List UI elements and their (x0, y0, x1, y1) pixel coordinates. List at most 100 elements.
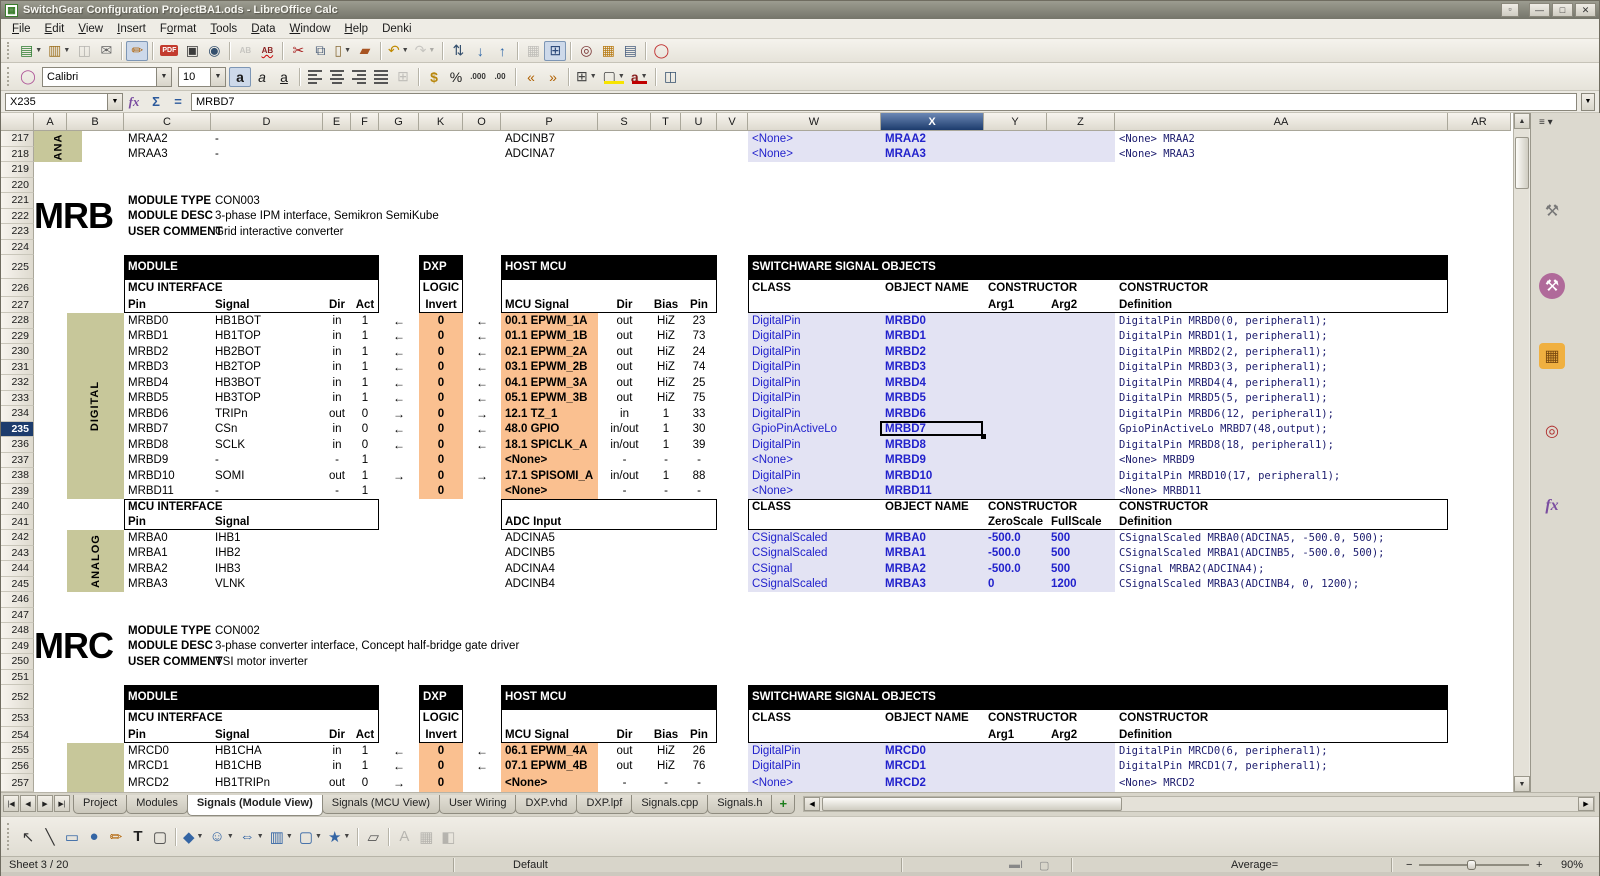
sheet-tab-signals-h[interactable]: Signals.h (707, 795, 772, 814)
toolbar-grip[interactable] (7, 42, 12, 58)
expand-formula-bar-button[interactable]: ▼ (1581, 93, 1595, 111)
cell-P244[interactable]: ADCINA4 (501, 561, 598, 577)
chevron-down-icon[interactable]: ▼ (107, 94, 122, 110)
cell-F238[interactable]: 1 (351, 468, 379, 484)
cell-P243[interactable]: ADCINB5 (501, 546, 598, 562)
cell-U238[interactable]: 88 (681, 468, 717, 484)
cell-S257[interactable]: - (598, 774, 651, 792)
bold-button[interactable]: a (229, 67, 251, 87)
sidebar-properties-icon[interactable]: ⚒ (1539, 198, 1565, 224)
cell-X230[interactable]: MRBD2 (881, 344, 984, 360)
function-wizard-button[interactable]: fx (123, 93, 145, 111)
column-header-T[interactable]: T (651, 113, 681, 131)
cell-AA242[interactable]: CSignalScaled MRBA0(ADCINA5, -500.0, 500… (1115, 530, 1448, 546)
row-header-229[interactable]: 229 (1, 329, 34, 345)
chevron-down-icon[interactable]: ▼ (343, 833, 350, 840)
sort-button[interactable]: ⇅ (447, 41, 469, 61)
cell-F233[interactable]: 1 (351, 391, 379, 407)
column-header-O[interactable]: O (463, 113, 501, 131)
cell-C234[interactable]: MRBD6 (124, 406, 211, 422)
chevron-down-icon[interactable]: ▼ (227, 833, 234, 840)
cell-K237[interactable]: 0 (419, 453, 463, 469)
cell-P252[interactable]: HOST MCU (501, 685, 717, 709)
cell-C229[interactable]: MRBD1 (124, 329, 211, 345)
cell-T235[interactable]: 1 (651, 422, 681, 438)
row-header-218[interactable]: 218 (1, 147, 34, 163)
chevron-down-icon[interactable]: ▼ (618, 73, 625, 80)
cell-P233[interactable]: 05.1 EPWM_3B (501, 391, 598, 407)
cell-U231[interactable]: 74 (681, 360, 717, 376)
cell-AA232[interactable]: DigitalPin MRBD4(4, peripheral1); (1115, 375, 1448, 391)
cell-AA256[interactable]: DigitalPin MRCD1(7, peripheral1); (1115, 759, 1448, 775)
gallery-button[interactable]: ▦ (597, 41, 619, 61)
cell-G255[interactable]: ← (379, 743, 419, 759)
cell-W232[interactable]: DigitalPin (748, 375, 881, 391)
cell-F239[interactable]: 1 (351, 484, 379, 500)
menu-window[interactable]: Window (283, 21, 338, 37)
scroll-down-icon[interactable]: ▼ (1514, 776, 1530, 792)
cell-X232[interactable]: MRBD4 (881, 375, 984, 391)
scroll-up-icon[interactable]: ▲ (1514, 113, 1530, 129)
cell-D228[interactable]: HB1BOT (211, 313, 323, 329)
sidebar-gallery-icon[interactable]: ▦ (1539, 343, 1565, 369)
cell-X234[interactable]: MRBD6 (881, 406, 984, 422)
cell-U234[interactable]: 33 (681, 406, 717, 422)
row-header-232[interactable]: 232 (1, 375, 34, 391)
row-header-220[interactable]: 220 (1, 178, 34, 194)
column-header-G[interactable]: G (379, 113, 419, 131)
row-header-250[interactable]: 250 (1, 654, 34, 670)
cell-F230[interactable]: 1 (351, 344, 379, 360)
cell-C237[interactable]: MRBD9 (124, 453, 211, 469)
sidebar-navigator-icon[interactable]: ◎ (1539, 418, 1565, 444)
cell-G233[interactable]: ← (379, 391, 419, 407)
zoom-out-icon[interactable]: − (1406, 857, 1412, 873)
cell-W228[interactable]: DigitalPin (748, 313, 881, 329)
row-header-243[interactable]: 243 (1, 546, 34, 562)
symbol-shapes-button[interactable]: ☺▼ (206, 827, 236, 847)
cell-P228[interactable]: 00.1 EPWM_1A (501, 313, 598, 329)
menu-edit[interactable]: Edit (38, 21, 72, 37)
cell-K239[interactable]: 0 (419, 484, 463, 500)
next-sheet-icon[interactable]: ▶ (37, 795, 53, 812)
cell-P234[interactable]: 12.1 TZ_1 (501, 406, 598, 422)
maximize-button[interactable]: □ (1552, 3, 1573, 17)
menu-tools[interactable]: Tools (203, 21, 244, 37)
column-header-F[interactable]: F (351, 113, 379, 131)
cell-T257[interactable]: - (651, 774, 681, 792)
menu-insert[interactable]: Insert (110, 21, 153, 37)
cell-T232[interactable]: HiZ (651, 375, 681, 391)
cell-W217[interactable]: <None> (748, 131, 881, 147)
cell-C225[interactable]: MODULE (124, 255, 379, 279)
cell-X217[interactable]: MRAA2 (881, 131, 984, 147)
row-header-254[interactable]: 254 (1, 727, 34, 743)
borders-button[interactable]: ⊞▼ (573, 67, 600, 87)
cell-Z242[interactable]: 500 (1047, 530, 1115, 546)
decrease-indent-button[interactable]: « (520, 67, 542, 87)
cell-O235[interactable]: ← (463, 422, 501, 438)
column-header-B[interactable]: B (67, 113, 124, 131)
cell-P257[interactable]: <None> (501, 774, 598, 792)
cell-E235[interactable]: in (323, 422, 351, 438)
styles-button[interactable]: ◯ (17, 67, 39, 87)
menu-denki[interactable]: Denki (375, 21, 418, 37)
menu-data[interactable]: Data (244, 21, 282, 37)
cell-D230[interactable]: HB2BOT (211, 344, 323, 360)
cell-E230[interactable]: in (323, 344, 351, 360)
vertical-scrollbar[interactable]: ▲ ▼ (1513, 113, 1529, 792)
menu-format[interactable]: Format (153, 21, 203, 37)
row-header-219[interactable]: 219 (1, 162, 34, 178)
cell-E256[interactable]: in (323, 759, 351, 775)
cell-W243[interactable]: CSignalScaled (748, 546, 881, 562)
cell-S228[interactable]: out (598, 313, 651, 329)
zoom-in-icon[interactable]: + (1536, 857, 1542, 873)
insert-mode-icon[interactable]: ▬I (1009, 857, 1023, 873)
cell-D249[interactable]: 3-phase converter interface, Concept hal… (211, 639, 323, 655)
chevron-down-icon[interactable]: ▼ (402, 47, 409, 54)
cell-X255[interactable]: MRCD0 (881, 743, 984, 759)
clone-formatting-button[interactable]: ▰ (354, 41, 376, 61)
cell-G230[interactable]: ← (379, 344, 419, 360)
cell-AA234[interactable]: DigitalPin MRBD6(12, peripheral1); (1115, 406, 1448, 422)
cell-P218[interactable]: ADCINA7 (501, 147, 598, 163)
row-header-240[interactable]: 240 (1, 499, 34, 515)
cell-AA257[interactable]: <None> MRCD2 (1115, 774, 1448, 792)
